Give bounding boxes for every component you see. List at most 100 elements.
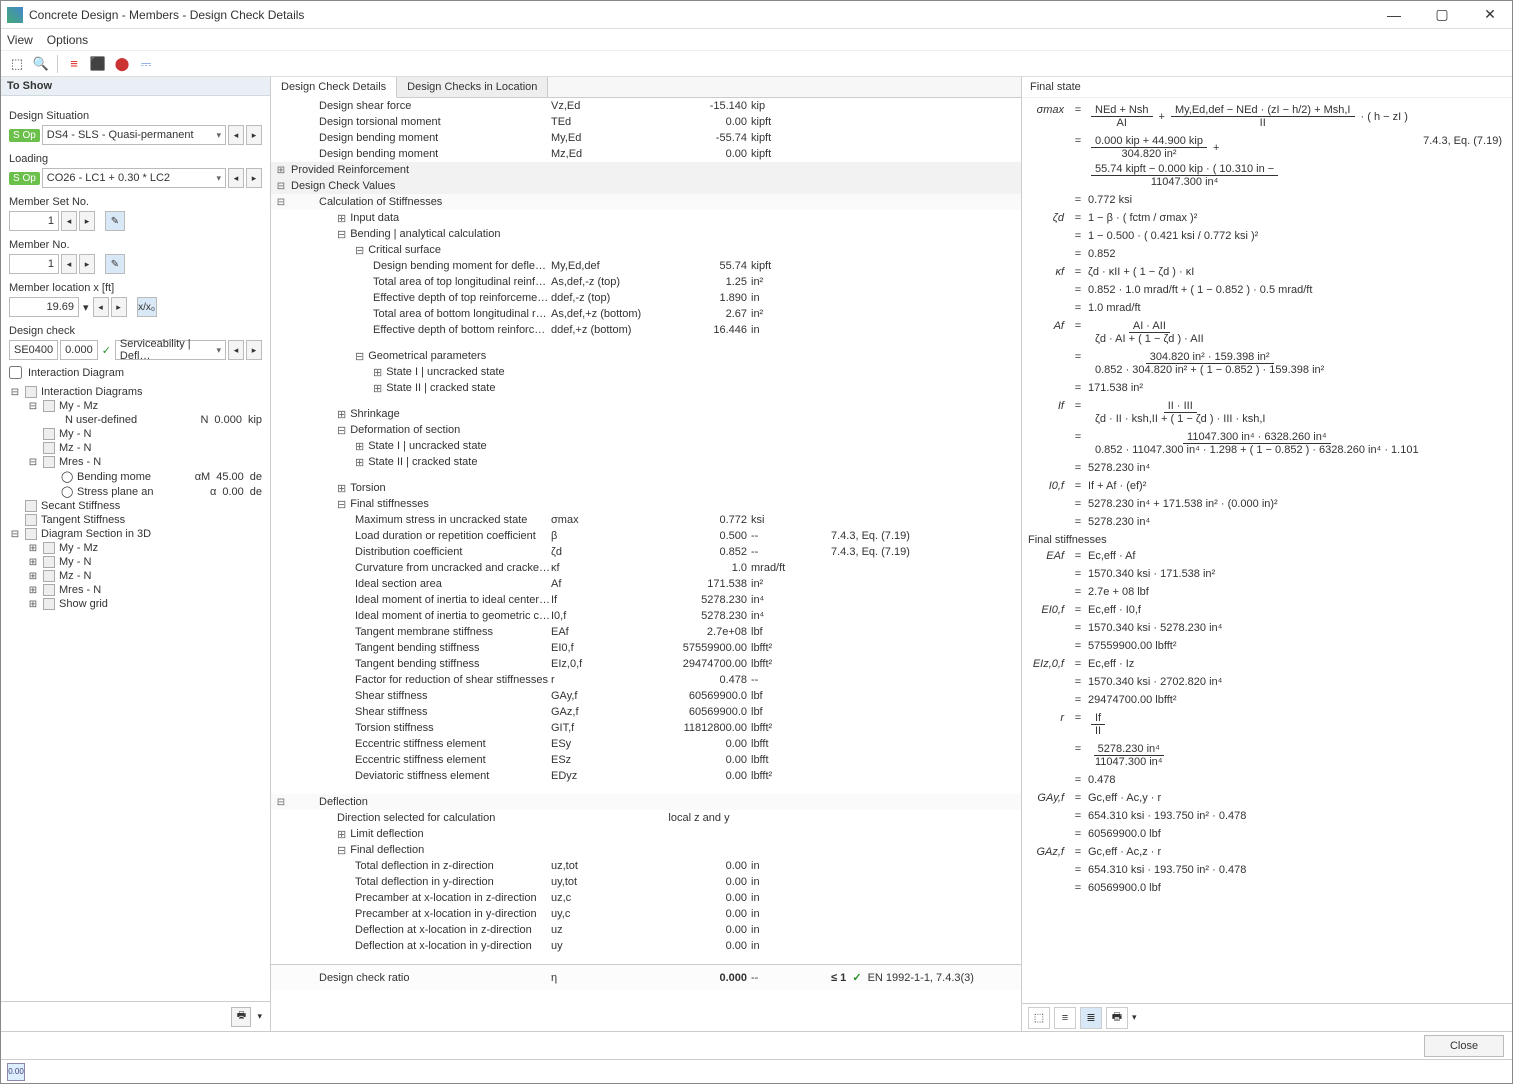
group-state2-def[interactable]: ⊞State II | cracked state [271,454,1021,470]
tree-3d-my-mz: My - Mz [59,542,98,554]
toolbar-results-icon[interactable]: ≡ [64,54,84,74]
center-scroll[interactable]: Design shear forceVz,Ed-15.140kipDesign … [271,98,1021,1031]
checkbox-interaction-diagram[interactable] [9,366,22,379]
prev-design-check[interactable]: ◂ [228,340,244,360]
table-row: Load duration or repetition coefficientβ… [271,528,1021,544]
input-member-set-no[interactable] [9,211,59,231]
table-row: Tangent membrane stiffnessEAf2.7e+08lbf [271,624,1021,640]
center-panel: Design Check Details Design Checks in Lo… [271,77,1022,1031]
toolbar-zoom-icon[interactable]: 🔍 [31,54,51,74]
menu-options[interactable]: Options [47,33,88,47]
prev-design-situation[interactable]: ◂ [228,125,244,145]
prev-loading[interactable]: ◂ [228,168,244,188]
right-print-icon[interactable]: 🖶 [1106,1007,1128,1029]
table-row: Eccentric stiffness elementESy0.00lbfft [271,736,1021,752]
prev-location[interactable]: ◂ [93,297,109,317]
tab-design-checks-in-location[interactable]: Design Checks in Location [397,77,548,97]
group-limit-deflection[interactable]: ⊞Limit deflection [271,826,1021,842]
toolbar-sep [57,55,58,73]
group-shrinkage[interactable]: ⊞Shrinkage [271,406,1021,422]
input-member-location[interactable] [9,297,79,317]
table-row: Total area of bottom longitudinal reinfo… [271,306,1021,322]
toolbar-diagram-icon[interactable]: ⬛ [88,54,108,74]
eq-sigma-max-lhs: σmax [1028,104,1068,116]
left-panel: To Show Design Situation S Op DS4 - SLS … [1,77,271,1031]
next-location[interactable]: ▸ [111,297,127,317]
tree-my-n: My - N [59,428,91,440]
right-scroll[interactable]: σmax = NEd + NshAI + My,Ed,def − NEd · (… [1022,98,1512,1003]
tree-n-user-defined: N user-defined [65,414,137,426]
table-row: Deflection at x-location in y-directionu… [271,938,1021,954]
group-geom-params[interactable]: ⊟Geometrical parameters [271,348,1021,364]
tree-mz-n: Mz - N [59,442,91,454]
app-icon [7,7,23,23]
next-member[interactable]: ▸ [79,254,95,274]
next-member-set[interactable]: ▸ [79,211,95,231]
group-final-stiff[interactable]: ⊟Final stiffnesses [271,496,1021,512]
pick-member-icon[interactable]: ✎ [105,254,125,274]
tree-secant: Secant Stiffness [41,500,120,512]
status-icon[interactable]: 0.00 [7,1063,25,1081]
location-xx0-icon[interactable]: x/x₀ [137,297,157,317]
right-title: Final state [1022,77,1512,98]
group-torsion[interactable]: ⊞Torsion [271,480,1021,496]
menubar: View Options [1,29,1512,51]
input-member-no[interactable] [9,254,59,274]
next-design-situation[interactable]: ▸ [246,125,262,145]
group-state1-def[interactable]: ⊞State I | uncracked state [271,438,1021,454]
chevron-down-icon: ▾ [216,130,221,141]
row-design-check-ratio: Design check ratio η 0.000 -- ≤ 1 ✓EN 19… [271,964,1021,990]
close-button[interactable]: Close [1424,1035,1504,1057]
prev-member[interactable]: ◂ [61,254,77,274]
table-row: Eccentric stiffness elementESz0.00lbfft [271,752,1021,768]
right-tool-3-icon[interactable]: ≣ [1080,1007,1102,1029]
prev-member-set[interactable]: ◂ [61,211,77,231]
close-window-button[interactable]: ✕ [1474,5,1506,25]
table-row: Design bending momentMz,Ed0.00kipft [271,146,1021,162]
group-input-data[interactable]: ⊞Input data [271,210,1021,226]
combo-design-situation[interactable]: DS4 - SLS - Quasi-permanent ▾ [42,125,226,145]
label-loading: Loading [9,153,262,165]
combo-design-check[interactable]: Serviceability | Defl… ▾ [115,340,226,360]
next-loading[interactable]: ▸ [246,168,262,188]
tree-interaction-diagrams: Interaction Diagrams [41,386,143,398]
pick-member-set-icon[interactable]: ✎ [105,211,125,231]
right-tool-1-icon[interactable]: ⬚ [1028,1007,1050,1029]
chevron-down-icon: ▾ [83,301,89,314]
right-tool-2-icon[interactable]: ≡ [1054,1007,1076,1029]
sop-tag: S Op [9,129,40,142]
tree-my-mz: My - Mz [59,400,98,412]
table-row: Tangent bending stiffnessEIz,0,f29474700… [271,656,1021,672]
label-interaction-diagram: Interaction Diagram [28,367,124,379]
chevron-down-icon[interactable]: ▾ [257,1011,262,1022]
group-deflection[interactable]: ⊟Deflection [271,794,1021,810]
window-title: Concrete Design - Members - Design Check… [29,8,1378,22]
group-state2-geom[interactable]: ⊞State II | cracked state [271,380,1021,396]
group-state1-geom[interactable]: ⊞State I | uncracked state [271,364,1021,380]
label-member-location: Member location x [ft] [9,282,262,294]
table-row: Total area of top longitudinal reinforce… [271,274,1021,290]
group-final-deflection[interactable]: ⊟Final deflection [271,842,1021,858]
print-icon[interactable]: 🖶 [231,1007,251,1027]
maximize-button[interactable]: ▢ [1426,5,1458,25]
group-bending-analytical[interactable]: ⊟Bending | analytical calculation [271,226,1021,242]
next-design-check[interactable]: ▸ [246,340,262,360]
group-calc-stiff[interactable]: ⊟Calculation of Stiffnesses [271,194,1021,210]
sop-tag-loading: S Op [9,172,40,185]
minimize-button[interactable]: — [1378,5,1410,25]
table-row: Total deflection in z-directionuz,tot0.0… [271,858,1021,874]
table-row: Curvature from uncracked and cracked sta… [271,560,1021,576]
tab-design-check-details[interactable]: Design Check Details [271,77,397,98]
toolbar-select-icon[interactable]: ⬚ [7,54,27,74]
table-row: Design bending momentMy,Ed-55.74kipft [271,130,1021,146]
toolbar-section-icon[interactable]: ⬤ [112,54,132,74]
group-deformation[interactable]: ⊟Deformation of section [271,422,1021,438]
group-design-check-values[interactable]: ⊟Design Check Values [271,178,1021,194]
row-direction-selected: Direction selected for calculationlocal … [271,810,1021,826]
combo-loading[interactable]: CO26 - LC1 + 0.30 * LC2 ▾ [42,168,226,188]
chevron-down-icon[interactable]: ▾ [1132,1012,1137,1023]
toolbar-beam-icon[interactable]: ⎓ [136,54,156,74]
menu-view[interactable]: View [7,33,33,47]
group-provided-reinforcement[interactable]: ⊞Provided Reinforcement [271,162,1021,178]
group-critical-surface[interactable]: ⊟Critical surface [271,242,1021,258]
